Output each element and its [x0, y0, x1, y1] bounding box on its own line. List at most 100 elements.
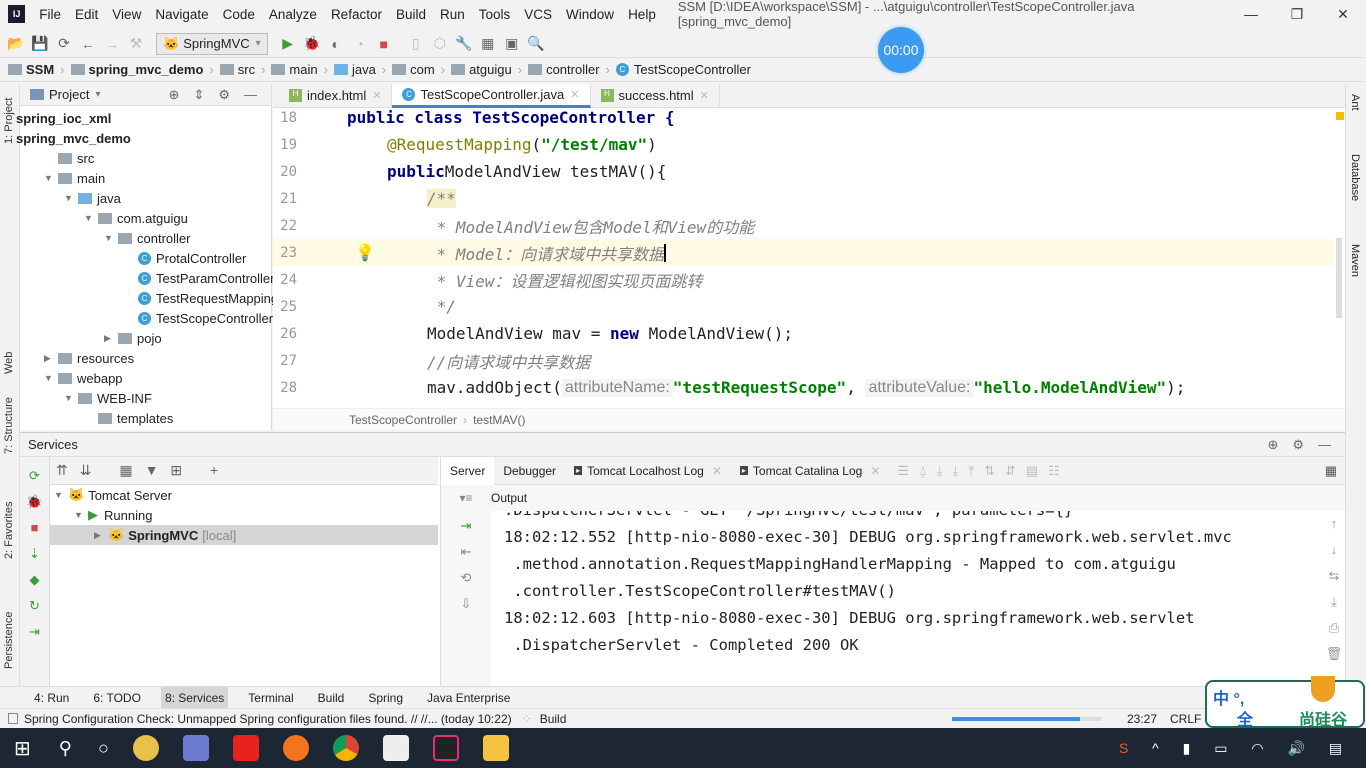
update-icon[interactable]: ▯	[404, 35, 428, 52]
project-tree-item[interactable]: ▼ webapp	[44, 368, 123, 388]
code-area[interactable]: 18 public class TestScopeController { 19 @…	[273, 108, 1345, 408]
typora-icon[interactable]	[382, 735, 409, 761]
app-icon-2[interactable]	[182, 735, 209, 761]
menu-code[interactable]: Code	[223, 7, 255, 22]
menu-tools[interactable]: Tools	[479, 7, 511, 22]
project-view-select[interactable]: Project	[49, 87, 89, 102]
tool-tab-run[interactable]: 4: Run	[30, 687, 73, 709]
windows-start-icon[interactable]: ⊞	[14, 736, 31, 761]
strip-database[interactable]: Database	[1349, 154, 1361, 201]
status-message[interactable]: Spring Configuration Check: Unmapped Spr…	[24, 712, 512, 726]
search-icon[interactable]: ⚲	[59, 738, 72, 759]
editor-scrollbar[interactable]	[1336, 238, 1342, 318]
strip-web[interactable]: Web	[3, 352, 15, 374]
menu-refactor[interactable]: Refactor	[331, 7, 382, 22]
breadcrumb-item[interactable]: SSM ›	[8, 62, 65, 77]
run-icon[interactable]: ▶	[276, 35, 300, 52]
output-console[interactable]: ⇥⇤⟲⇩ ✔ .DispatcherServlet - GET "/Spring…	[440, 511, 1345, 687]
run-config-select[interactable]: 🐱 SpringMVC ▾	[156, 32, 268, 55]
ime-widget[interactable]: 中 °, 全 尚硅谷	[1205, 676, 1365, 729]
tree-running[interactable]: ▼ ▶ Running	[74, 505, 152, 525]
project-tree-item[interactable]: spring_ioc_xml	[16, 108, 111, 128]
tab-debugger[interactable]: Debugger	[494, 457, 565, 485]
minimize-button[interactable]: —	[1228, 6, 1274, 22]
sync-icon[interactable]: ⟳	[52, 35, 76, 52]
tab-testscopecontroller[interactable]: C TestScopeController.java ✕	[392, 83, 591, 108]
crumb-class[interactable]: TestScopeController	[349, 413, 457, 427]
forward-icon[interactable]: →	[100, 36, 124, 52]
breadcrumb-item[interactable]: atguigu ›	[451, 62, 522, 77]
menu-vcs[interactable]: VCS	[524, 7, 552, 22]
close-button[interactable]: ✕	[1320, 6, 1366, 23]
tab-server[interactable]: Server	[441, 456, 495, 485]
vcs-icon[interactable]: ⬡	[428, 35, 452, 52]
menu-window[interactable]: Window	[566, 7, 614, 22]
chrome-icon[interactable]	[332, 735, 359, 761]
services-side-icons[interactable]: ⟳ 🐞 ■ ⇣ ◆ ↻ ⇥	[20, 463, 49, 645]
breadcrumb-item[interactable]: main ›	[271, 62, 328, 77]
strip-project[interactable]: 1: Project	[3, 98, 15, 144]
debug-icon[interactable]: 🐞	[300, 35, 324, 52]
app-icon-1[interactable]	[132, 735, 159, 761]
breadcrumb-item[interactable]: controller ›	[528, 62, 610, 77]
intellij-icon[interactable]	[432, 735, 459, 761]
breadcrumb-item[interactable]: src ›	[219, 62, 265, 77]
file-explorer-icon[interactable]	[482, 735, 509, 761]
breadcrumb-item[interactable]: C TestScopeController	[615, 62, 751, 77]
menu-build[interactable]: Build	[396, 7, 426, 22]
breadcrumb-item[interactable]: spring_mvc_demo ›	[70, 62, 214, 77]
event-log-icon[interactable]	[8, 713, 18, 724]
services-toolbar-icons[interactable]: ⇈⇊ ▦▼⊞ +	[56, 462, 230, 479]
sort-icon[interactable]: ▾≡	[441, 491, 491, 505]
project-tree-item[interactable]: ▼ main	[44, 168, 105, 188]
strip-persistence[interactable]: Persistence	[3, 612, 15, 669]
breadcrumb-item[interactable]: com ›	[392, 62, 445, 77]
caret-position[interactable]: 23:27	[1127, 712, 1157, 726]
project-tree-item[interactable]: ▼ java	[64, 188, 121, 208]
stop-icon[interactable]: ■	[372, 36, 396, 52]
tool-tab-java-enterprise[interactable]: Java Enterprise	[423, 687, 514, 709]
project-tree-item[interactable]: C TestParamController	[124, 268, 275, 288]
project-tree-item[interactable]: ▼ WEB-INF	[64, 388, 152, 408]
project-structure-icon[interactable]: ▦	[476, 35, 500, 52]
firefox-icon[interactable]	[282, 735, 309, 761]
tool-tab-services[interactable]: 8: Services	[160, 686, 229, 709]
tool-tab-spring[interactable]: Spring	[364, 687, 407, 709]
coverage-icon[interactable]: ◐	[324, 36, 348, 52]
project-panel-actions[interactable]: ⊕⇕⚙—	[169, 87, 271, 103]
maximize-button[interactable]: ❐	[1274, 6, 1320, 23]
tree-springmvc[interactable]: ▶ 🐱 SpringMVC [local]	[50, 525, 438, 545]
menu-help[interactable]: Help	[628, 7, 656, 22]
tab-catalina-log[interactable]: ▸ Tomcat Catalina Log ✕	[731, 457, 889, 485]
inspection-indicator[interactable]	[1336, 112, 1344, 120]
save-icon[interactable]: 💾	[28, 35, 52, 52]
settings-wrench-icon[interactable]: 🔧	[452, 35, 476, 52]
tree-tomcat-server[interactable]: ▼ 🐱 Tomcat Server	[54, 485, 172, 505]
menu-navigate[interactable]: Navigate	[155, 7, 208, 22]
crumb-method[interactable]: testMAV()	[473, 413, 525, 427]
project-tree-item[interactable]: spring_mvc_demo	[16, 128, 131, 148]
search-icon[interactable]: 🔍	[524, 35, 548, 52]
tool-tab-todo[interactable]: 6: TODO	[89, 687, 145, 709]
project-tree-item[interactable]: C ProtalController	[124, 248, 246, 268]
open-icon[interactable]: 📂	[4, 35, 28, 52]
strip-ant[interactable]: Ant	[1349, 94, 1361, 111]
strip-structure[interactable]: 7: Structure	[3, 397, 15, 454]
console-side-icons[interactable]: ⇥ ⇤ ⟲ ⇩	[441, 511, 491, 687]
close-tab-icon[interactable]: ✕	[570, 88, 579, 101]
console-right-icons[interactable]: ↑ ↓ ⇆ ⤓ ⎙ 🗑	[1323, 511, 1345, 687]
close-tab-icon[interactable]: ✕	[700, 89, 709, 102]
tool-tab-build[interactable]: Build	[314, 687, 349, 709]
menu-file[interactable]: File	[39, 7, 61, 22]
project-tree-item[interactable]: ▼ com.atguigu	[84, 208, 188, 228]
menu-view[interactable]: View	[112, 7, 141, 22]
task-view-icon[interactable]: ○	[98, 738, 109, 759]
system-tray[interactable]: S ^ ▮ ▭ ◠ 🔊 ▤	[1119, 740, 1352, 757]
line-separator[interactable]: CRLF	[1170, 712, 1201, 726]
project-tree-item[interactable]: ▶ pojo	[104, 328, 162, 348]
lightbulb-icon[interactable]: 💡	[355, 243, 375, 262]
project-tree-item[interactable]: src	[44, 148, 94, 168]
tab-success-html[interactable]: Hsuccess.html ✕	[591, 83, 720, 108]
project-tree-item[interactable]: C TestScopeController	[124, 308, 273, 328]
build-hammer-icon[interactable]: ⚒	[124, 35, 148, 52]
